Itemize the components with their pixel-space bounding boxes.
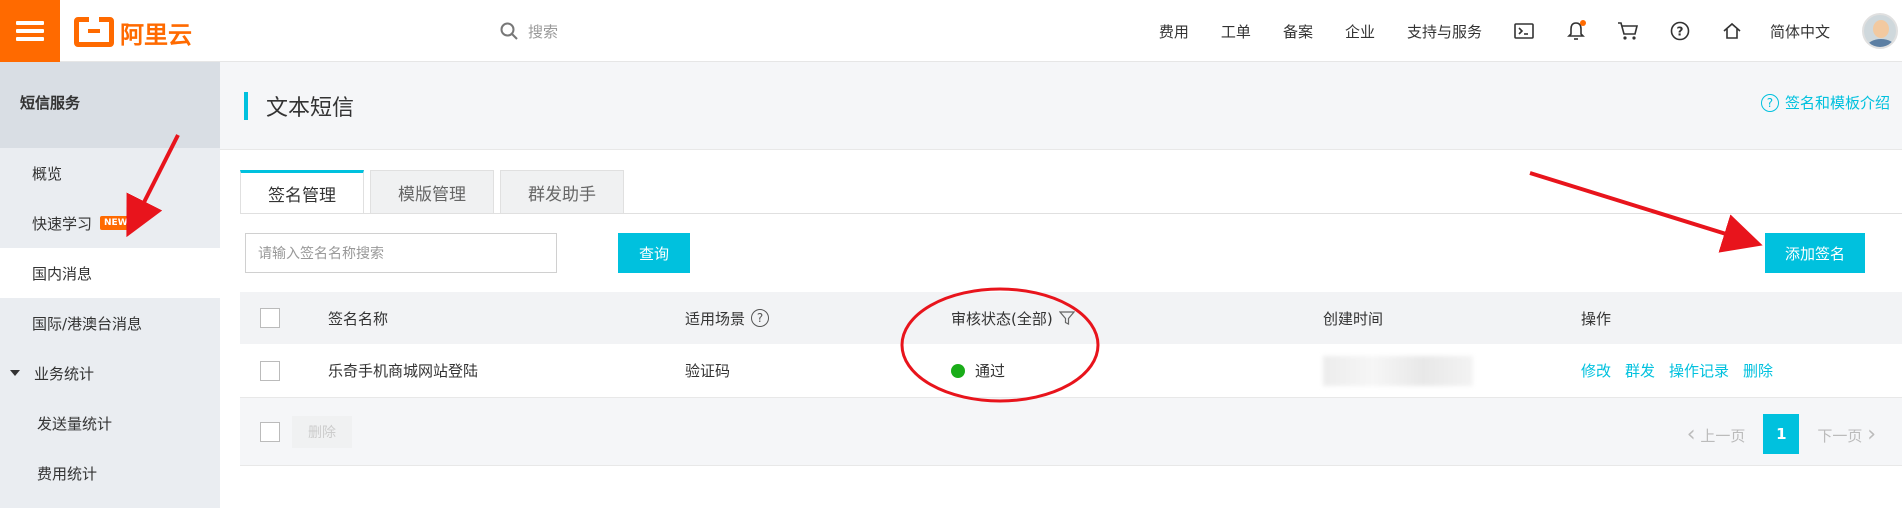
cell-actions: 修改 群发 操作记录 删除: [1581, 360, 1781, 381]
aliyun-logo[interactable]: 阿里云: [74, 15, 192, 49]
header-created-time: 创建时间: [1323, 309, 1384, 328]
svg-text:?: ?: [1677, 25, 1684, 39]
table-row: 乐奇手机商城网站登陆 验证码 通过 修改 群发 操作记录 删除: [240, 344, 1902, 398]
search-icon: [500, 22, 518, 40]
title-bar: 文本短信 ? 签名和模板介绍: [220, 62, 1902, 150]
sidebar-item-domestic[interactable]: 国内消息: [0, 248, 220, 298]
signature-search-input[interactable]: 请输入签名名称搜索: [245, 233, 557, 273]
select-all-checkbox[interactable]: [260, 308, 280, 328]
action-history-link[interactable]: 操作记录: [1669, 360, 1729, 381]
main-content: 文本短信 ? 签名和模板介绍 签名管理 模版管理 群发助手 请输入签名名称搜索 …: [220, 62, 1902, 508]
tab-bulk-send[interactable]: 群发助手: [500, 170, 624, 214]
tab-divider: [240, 213, 1902, 214]
user-avatar[interactable]: [1862, 13, 1898, 49]
next-page-button[interactable]: 下一页 ›: [1817, 422, 1876, 447]
header-status[interactable]: 审核状态(全部): [951, 308, 1075, 329]
header-scene-label: 适用场景: [685, 309, 746, 328]
header-scene: 适用场景 ?: [685, 308, 770, 329]
cell-status: 通过: [951, 360, 1005, 381]
sidebar-item-overview[interactable]: 概览: [0, 148, 220, 198]
row-checkbox[interactable]: [260, 361, 280, 381]
sidebar-item-label: 快速学习: [32, 214, 93, 233]
sidebar-item-label: 发送量统计: [37, 414, 113, 433]
nav-support[interactable]: 支持与服务: [1391, 21, 1498, 42]
new-badge: NEW: [100, 216, 132, 230]
query-button[interactable]: 查询: [618, 233, 690, 273]
sidebar-item-label: 业务统计: [34, 364, 95, 383]
pagination: ‹ 上一页 1 下一页 ›: [1687, 414, 1876, 454]
sidebar-item-label: 费用统计: [37, 464, 98, 483]
action-bulk-send-link[interactable]: 群发: [1625, 360, 1655, 381]
nav-enterprise[interactable]: 企业: [1329, 21, 1391, 42]
bulk-delete-button[interactable]: 删除: [292, 416, 352, 448]
chevron-left-icon: ‹: [1686, 421, 1696, 447]
nav-ticket[interactable]: 工单: [1205, 21, 1267, 42]
question-icon[interactable]: ?: [751, 309, 770, 327]
cell-signature-name: 乐奇手机商城网站登陆: [328, 362, 479, 380]
nav-billing[interactable]: 费用: [1143, 21, 1205, 42]
aliyun-logo-icon: [74, 16, 114, 47]
sidebar-item-cost-stats[interactable]: 费用统计: [0, 448, 220, 498]
status-ok-dot: [951, 363, 965, 378]
sidebar-item-label: 概览: [32, 164, 63, 183]
footer-select-all-checkbox[interactable]: [260, 422, 280, 442]
header-actions: 操作: [1581, 309, 1612, 328]
top-bar: 阿里云 搜索 费用 工单 备案 企业 支持与服务 ? 简体中文: [0, 0, 1902, 62]
sidebar-item-send-stats[interactable]: 发送量统计: [0, 398, 220, 448]
notification-dot: [1579, 20, 1586, 26]
tab-template[interactable]: 模版管理: [370, 170, 494, 214]
bell-icon[interactable]: [1550, 0, 1602, 62]
table-header: 签名名称 适用场景 ? 审核状态(全部) 创建时间 操作: [240, 292, 1902, 344]
search-input-placeholder: 请输入签名名称搜索: [258, 246, 384, 262]
page-number-current[interactable]: 1: [1763, 414, 1800, 454]
top-nav: 费用 工单 备案 企业 支持与服务 ? 简体中文: [1143, 0, 1902, 62]
sidebar-group-statistics[interactable]: 业务统计: [0, 348, 220, 398]
terminal-icon[interactable]: [1498, 0, 1550, 62]
sidebar: 短信服务 概览 快速学习 NEW 国内消息 国际/港澳台消息 业务统计 发送量统…: [0, 62, 220, 508]
redacted-time: [1323, 355, 1473, 386]
table-footer: 删除 ‹ 上一页 1 下一页 ›: [240, 398, 1902, 466]
status-label: 通过: [975, 362, 1006, 380]
sidebar-item-label: 国际/港澳台消息: [32, 314, 143, 333]
header-signature-name: 签名名称: [328, 309, 389, 328]
signature-table: 签名名称 适用场景 ? 审核状态(全部) 创建时间 操作 乐奇手机商城网站登陆 …: [240, 292, 1902, 466]
help-icon[interactable]: ?: [1654, 0, 1706, 62]
caret-down-icon: [10, 370, 20, 376]
title-accent: [244, 92, 248, 120]
prev-page-label: 上一页: [1700, 426, 1746, 445]
nav-icp[interactable]: 备案: [1267, 21, 1329, 42]
cell-scene: 验证码: [685, 362, 731, 380]
header-status-label: 审核状态(全部): [951, 309, 1053, 328]
sidebar-header: 短信服务: [0, 62, 220, 148]
search-placeholder: 搜索: [528, 22, 559, 41]
page-title: 文本短信: [266, 96, 355, 121]
logo-text: 阿里云: [120, 20, 192, 49]
tab-signature[interactable]: 签名管理: [240, 170, 364, 214]
help-link-label: 签名和模板介绍: [1784, 94, 1890, 112]
hamburger-menu-icon[interactable]: [0, 0, 60, 62]
signature-template-help-link[interactable]: ? 签名和模板介绍: [1760, 92, 1890, 113]
sidebar-item-label: 国内消息: [32, 264, 93, 283]
next-page-label: 下一页: [1817, 426, 1863, 445]
chevron-right-icon: ›: [1867, 421, 1876, 447]
filter-icon[interactable]: [1058, 310, 1075, 326]
cart-icon[interactable]: [1602, 0, 1654, 62]
add-signature-button[interactable]: 添加签名: [1765, 233, 1865, 273]
action-delete-link[interactable]: 删除: [1743, 360, 1773, 381]
home-icon[interactable]: [1706, 0, 1758, 62]
question-icon: ?: [1760, 93, 1779, 112]
language-selector[interactable]: 简体中文: [1758, 21, 1848, 42]
action-edit-link[interactable]: 修改: [1581, 360, 1611, 381]
sidebar-item-quickstart[interactable]: 快速学习 NEW: [0, 198, 220, 248]
global-search[interactable]: 搜索: [500, 16, 820, 46]
tab-bar: 签名管理 模版管理 群发助手: [240, 170, 630, 214]
cell-created-time-redacted: [1323, 355, 1473, 386]
sidebar-item-international[interactable]: 国际/港澳台消息: [0, 298, 220, 348]
prev-page-button[interactable]: ‹ 上一页: [1687, 422, 1746, 447]
